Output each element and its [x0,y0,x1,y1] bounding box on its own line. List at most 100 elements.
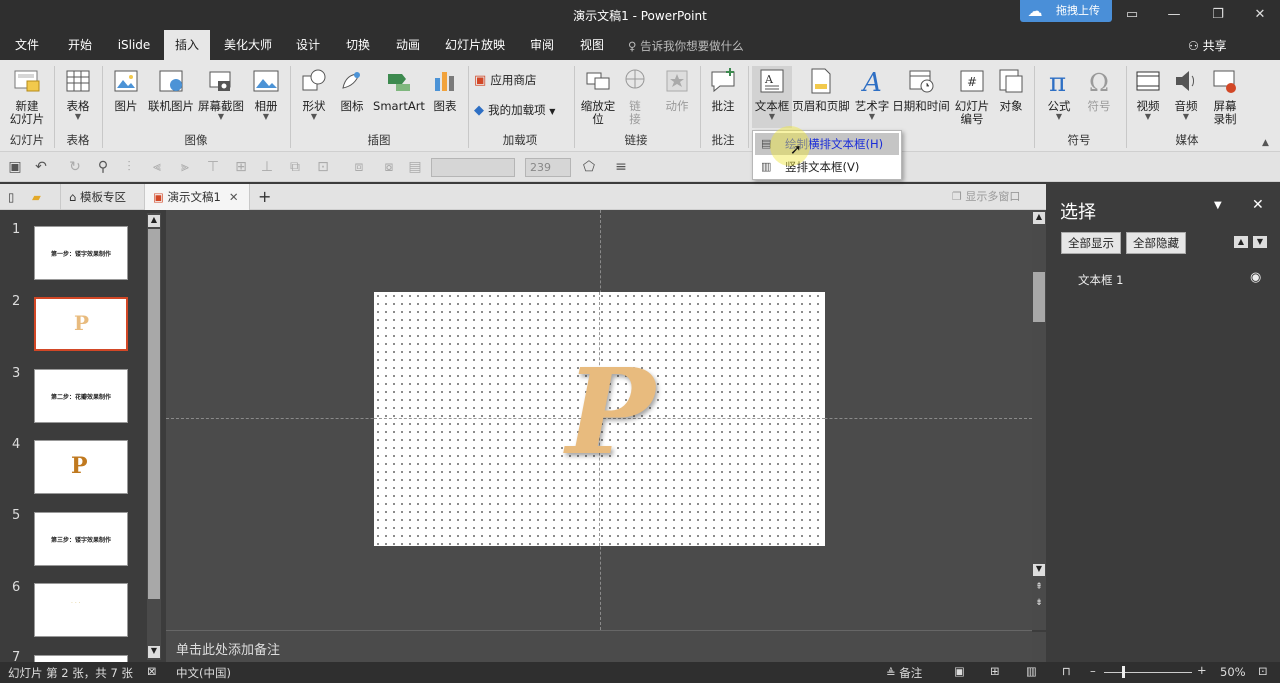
table-button[interactable]: 表格 ▼ [60,66,96,121]
align-right-icon[interactable]: ⫸ [176,158,194,176]
tab-islide[interactable]: iSlide [110,30,158,60]
redo-icon[interactable]: ↻ [66,158,84,176]
zoom-in-icon[interactable]: + [1197,663,1207,677]
slide-thumbnail-2[interactable]: P [34,297,128,351]
slide-thumbnail-3[interactable]: 第二步：花瓣效果制作 [34,369,128,423]
chart-button[interactable]: 图表 [428,66,462,113]
new-slide-button[interactable]: 新建 幻灯片 [4,66,50,126]
doc-tab-presentation[interactable]: ▣ 演示文稿1 ✕ [144,184,250,210]
slide-thumbnail-5[interactable]: 第三步：镂字效果制作 [34,512,128,566]
datetime-button[interactable]: 日期和时间 [892,66,950,113]
smartart-button[interactable]: SmartArt [372,66,426,113]
tab-beautify[interactable]: 美化大师 [218,30,278,60]
symbol-button[interactable]: Ω 符号 [1080,66,1118,113]
tab-insert[interactable]: 插入 [164,30,210,60]
my-addins-button[interactable]: ◆ 我的加载项 ▼ [474,104,568,118]
scroll-thumb[interactable] [1033,272,1045,322]
audio-button[interactable]: 音频 ▼ [1168,66,1204,121]
notes-area[interactable]: 单击此处添加备注 [166,630,1032,662]
scroll-up-icon[interactable]: ▲ [1033,212,1045,224]
slide-number-button[interactable]: # 幻灯片 编号 [952,66,992,126]
current-slide[interactable]: P [374,292,825,546]
tab-view[interactable]: 视图 [572,30,612,60]
zoom-out-icon[interactable]: – [1090,664,1096,678]
tab-design[interactable]: 设计 [288,30,328,60]
slide-sorter-icon[interactable]: ⊞ [990,664,1000,678]
tab-transitions[interactable]: 切换 [338,30,378,60]
minimize-icon[interactable]: — [1152,0,1196,30]
equation-button[interactable]: π 公式 ▼ [1040,66,1078,121]
slide-thumbnail-6[interactable]: · · · [34,583,128,637]
album-button[interactable]: 相册 ▼ [248,66,284,121]
folder-icon[interactable]: ▰ [32,184,41,210]
bring-forward-icon[interactable]: ▲ [1234,236,1248,248]
video-button[interactable]: 视频 ▼ [1130,66,1166,121]
online-picture-button[interactable]: 联机图片 [146,66,196,113]
customize-qat-icon[interactable]: ≡ [612,158,630,176]
canvas-scrollbar[interactable]: ▲ ▼ ⇞ ⇟ [1032,210,1046,630]
eye-icon[interactable]: ◉ [1250,270,1261,285]
scroll-up-icon[interactable]: ▲ [148,215,160,227]
close-tab-icon[interactable]: ✕ [229,190,239,204]
scroll-down-icon[interactable]: ▼ [1033,564,1045,576]
shapes-button[interactable]: 形状 ▼ [296,66,332,121]
scroll-down-icon[interactable]: ▼ [148,646,160,658]
tell-me-search[interactable]: ♀ 告诉我你想要做什么 [628,38,744,54]
reading-view-icon[interactable]: ▥ [1026,664,1037,678]
screen-record-button[interactable]: 屏幕 录制 [1206,66,1244,126]
fit-to-window-icon[interactable]: ⊡ [1258,664,1268,678]
comment-button[interactable]: 批注 [704,66,742,113]
action-button[interactable]: 动作 [660,66,694,113]
cloud-upload-icon[interactable]: ☁ [1022,0,1048,22]
wordart-button[interactable]: A 艺术字 ▼ [852,66,892,121]
letter-p-shape[interactable]: P [566,352,676,472]
screenshot-button[interactable]: 屏幕截图 ▼ [197,66,245,121]
multi-window-toggle[interactable]: ❐ 显示多窗口 [952,184,1020,210]
prev-slide-icon[interactable]: ⇞ [1033,582,1045,594]
zoom-slider-thumb[interactable] [1122,666,1125,678]
slide-thumbnail-1[interactable]: 第一步：镂字效果制作 [34,226,128,280]
share-button[interactable]: ⚇ 共享 [1188,37,1227,54]
collapse-ribbon-icon[interactable]: ▲ [1262,138,1269,148]
distribute-icon[interactable]: ⊡ [314,158,332,176]
object-button[interactable]: 对象 [994,66,1028,113]
align-center-icon[interactable]: ⫷ [148,158,166,176]
save-icon[interactable]: ▣ [6,158,24,176]
selection-item[interactable]: 文本框 1 [1078,272,1123,288]
picture-button[interactable]: 图片 [108,66,144,113]
normal-view-icon[interactable]: ▣ [954,664,965,678]
pane-options-icon[interactable]: ▼ [1214,200,1222,211]
align-middle-icon[interactable]: ⊞ [232,158,250,176]
close-icon[interactable]: ✕ [1238,0,1280,30]
header-footer-button[interactable]: 页眉和页脚 [792,66,850,113]
send-backward-icon[interactable]: ⧇ [380,158,398,176]
undo-icon[interactable]: ↶ [32,158,50,176]
align-bottom-icon[interactable]: ⊥ [258,158,276,176]
group-icon[interactable]: ⧉ [286,158,304,176]
slide-thumbnail-7[interactable] [34,655,128,662]
send-backward-icon[interactable]: ▼ [1253,236,1267,248]
restore-icon[interactable]: ❐ [1196,0,1240,30]
scroll-thumb[interactable] [148,229,160,599]
font-name-combobox[interactable] [431,158,515,177]
store-button[interactable]: ▣ 应用商店 [474,74,566,88]
slide-thumbnail-4[interactable]: P [34,440,128,494]
zoom-slider[interactable] [1104,672,1192,673]
thumbnails-scrollbar[interactable]: ▲ ▼ [147,213,161,660]
align-top-icon[interactable]: ⊤ [204,158,222,176]
font-size-combobox[interactable]: 239 [525,158,571,177]
next-slide-icon[interactable]: ⇟ [1033,598,1045,610]
pane-close-icon[interactable]: ✕ [1252,197,1264,213]
arrange-icon[interactable]: ▤ [406,158,424,176]
slideshow-icon[interactable]: ⊓ [1062,664,1071,678]
new-tab-icon[interactable]: + [258,184,271,210]
show-all-button[interactable]: 全部显示 [1061,232,1121,254]
textbox-button[interactable]: A 文本框 ▼ [752,66,792,128]
shape-picker-icon[interactable]: ⬠ [580,158,598,176]
link-button[interactable]: 链 接 [620,66,650,126]
bring-forward-icon[interactable]: ⧈ [350,158,368,176]
notes-toggle[interactable]: ≜ 备注 [886,665,922,681]
ribbon-display-icon[interactable]: ▭ [1110,0,1154,30]
new-doc-icon[interactable]: ▯ [8,184,14,210]
tab-review[interactable]: 审阅 [522,30,562,60]
